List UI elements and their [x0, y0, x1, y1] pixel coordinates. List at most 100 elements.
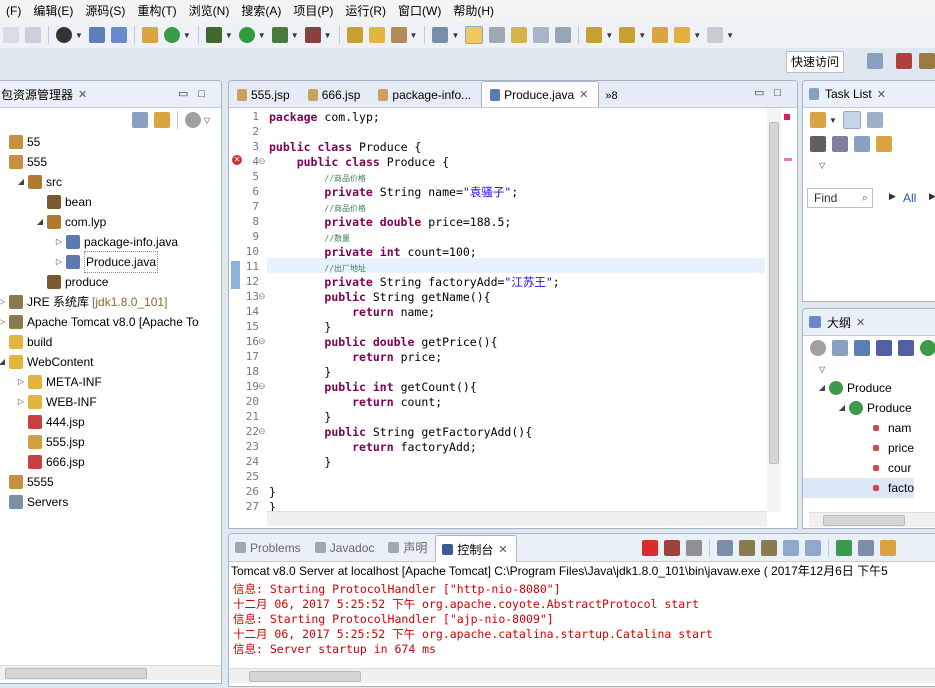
skip-breakpoints-icon[interactable] [110, 27, 127, 43]
outline-item[interactable]: nam [803, 418, 911, 438]
hide-static-icon[interactable] [898, 340, 914, 356]
console-tab[interactable]: 声明 [382, 536, 435, 560]
monitor-icon[interactable] [88, 27, 105, 43]
editor-tab[interactable]: Produce.java ✕ [481, 81, 600, 107]
previous-annotation-icon[interactable] [619, 27, 636, 43]
collapsed-arrow-icon[interactable]: ▷ [0, 292, 7, 312]
tree-item[interactable]: produce [0, 272, 108, 292]
filter-icon[interactable] [810, 136, 826, 152]
tree-item[interactable]: ◢ com.lyp [0, 212, 106, 232]
dropdown-arrow-icon[interactable]: ▼ [291, 31, 299, 40]
word-wrap-icon[interactable] [761, 540, 777, 556]
editor-tab[interactable]: 666.jsp [300, 83, 371, 107]
show-on-stdout-icon[interactable] [783, 540, 799, 556]
collapsed-arrow-icon[interactable]: ▷ [16, 392, 26, 412]
menu-item[interactable]: 源码(S) [79, 0, 131, 22]
menu-item[interactable]: 窗口(W) [392, 0, 447, 22]
tree-item[interactable]: ▷ package-info.java [0, 232, 178, 252]
collapse-all-icon[interactable] [131, 112, 148, 128]
fold-icon[interactable]: ⊖ [258, 336, 266, 347]
collapsed-arrow-icon[interactable]: ▷ [54, 232, 64, 252]
dropdown-arrow-icon[interactable]: ▼ [183, 31, 191, 40]
quick-access-input[interactable]: 快速访问 [786, 51, 844, 73]
outline-item[interactable]: ◢ Produce [803, 378, 892, 398]
tree-item[interactable]: ▷ WEB-INF [0, 392, 97, 412]
close-icon[interactable]: ✕ [877, 88, 886, 101]
menu-item[interactable]: 项目(P) [287, 0, 339, 22]
dropdown-arrow-icon[interactable]: ▼ [324, 31, 332, 40]
explorer-horizontal-scrollbar[interactable] [0, 665, 221, 680]
outline-item[interactable]: ◢ Produce [803, 398, 912, 418]
outline-item[interactable]: cour [803, 458, 911, 478]
expand-arrow-icon[interactable]: ▶ [929, 191, 935, 202]
profile-icon[interactable] [56, 27, 72, 43]
paragraph-icon[interactable] [555, 27, 572, 43]
editor-vertical-scrollbar[interactable] [767, 108, 781, 512]
console-tab[interactable]: Problems [229, 536, 309, 560]
expanded-arrow-icon[interactable]: ◢ [0, 352, 7, 372]
tree-item[interactable]: 55 [0, 132, 40, 152]
menu-item[interactable]: (F) [0, 0, 27, 22]
close-icon[interactable]: ✕ [78, 88, 87, 101]
last-edit-icon[interactable] [652, 27, 669, 43]
dropdown-arrow-icon[interactable]: ▼ [726, 31, 734, 40]
expanded-arrow-icon[interactable]: ◢ [16, 172, 26, 192]
refresh-icon[interactable] [163, 27, 180, 43]
new-task-icon[interactable] [810, 112, 826, 128]
focus-task-icon[interactable] [184, 112, 201, 128]
dropdown-arrow-icon[interactable]: ▼ [451, 31, 459, 40]
coverage-icon[interactable] [271, 27, 288, 43]
remove-launch-icon[interactable] [664, 540, 680, 556]
dropdown-arrow-icon[interactable]: ▼ [693, 31, 701, 40]
console-horizontal-scrollbar[interactable] [229, 668, 935, 683]
tree-item[interactable]: ▷ Apache Tomcat v8.0 [Apache To [0, 312, 199, 332]
remove-all-icon[interactable] [686, 540, 702, 556]
tree-item[interactable]: ▷ Produce.java [0, 251, 159, 273]
open-perspective-icon[interactable] [867, 53, 883, 69]
expanded-arrow-icon[interactable]: ◢ [35, 212, 45, 232]
menu-item[interactable]: 编辑(E) [27, 0, 79, 22]
close-icon[interactable]: ✕ [498, 543, 507, 556]
dropdown-arrow-icon[interactable]: ▼ [225, 31, 233, 40]
scrollbar-thumb[interactable] [769, 122, 779, 464]
scrollbar-thumb[interactable] [823, 515, 905, 526]
terminate-icon[interactable] [642, 540, 658, 556]
back-icon[interactable] [674, 27, 691, 43]
mark-occurrences-icon[interactable] [465, 26, 484, 44]
minimize-maximize-icon[interactable]: ▭□ [178, 87, 215, 100]
fold-icon[interactable]: ⊖ [258, 426, 266, 437]
scheduled-icon[interactable] [866, 112, 883, 128]
tree-item[interactable]: 444.jsp [0, 412, 85, 432]
tree-item[interactable]: 666.jsp [0, 452, 85, 472]
hide-fields-icon[interactable] [876, 340, 892, 356]
run-icon[interactable] [238, 27, 255, 43]
dropdown-arrow-icon[interactable]: ▼ [410, 31, 418, 40]
view-menu-icon[interactable]: ▽ [204, 116, 210, 125]
java-perspective-icon[interactable] [919, 53, 935, 69]
menu-item[interactable]: 帮助(H) [447, 0, 500, 22]
scrollbar-thumb[interactable] [249, 671, 361, 682]
collapse-all-icon[interactable] [854, 136, 870, 152]
close-icon[interactable]: ✕ [856, 316, 865, 329]
open-console-icon[interactable] [880, 540, 896, 556]
outline-horizontal-scrollbar[interactable] [809, 512, 935, 527]
tree-item[interactable]: Servers [0, 492, 68, 512]
display-console-icon[interactable] [858, 540, 874, 556]
sort-icon[interactable] [854, 340, 870, 356]
close-icon[interactable]: ✕ [579, 83, 588, 107]
fold-icon[interactable]: ⊖ [258, 381, 266, 392]
sync-icon[interactable] [876, 136, 892, 152]
focus-icon[interactable] [810, 340, 826, 356]
more-tabs-indicator[interactable]: »8 [599, 90, 617, 107]
all-link[interactable]: All [903, 191, 916, 205]
dropdown-arrow-icon[interactable]: ▼ [638, 31, 646, 40]
expanded-arrow-icon[interactable]: ◢ [817, 378, 827, 398]
hide-non-public-icon[interactable] [920, 340, 935, 356]
new-java-project-icon[interactable] [346, 27, 363, 43]
dropdown-arrow-icon[interactable]: ▼ [605, 31, 613, 40]
external-tools-icon[interactable] [304, 27, 321, 43]
java-ee-perspective-icon[interactable] [896, 53, 912, 69]
tree-item[interactable]: build [0, 332, 52, 352]
save-icon[interactable] [3, 27, 19, 43]
dropdown-arrow-icon[interactable]: ▼ [258, 31, 266, 40]
